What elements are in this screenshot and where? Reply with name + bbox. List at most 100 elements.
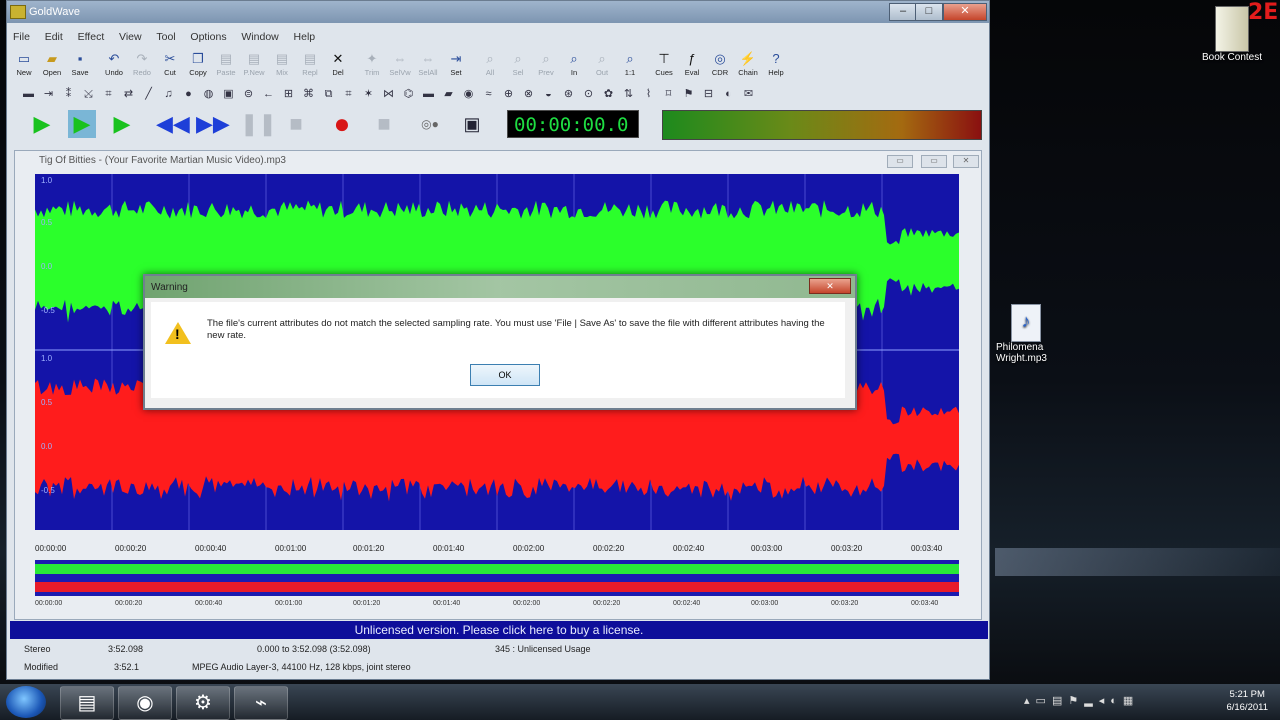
effect-icon[interactable]: ⌑	[660, 86, 677, 102]
toolbar-open-button[interactable]: ▰ Open	[38, 50, 66, 82]
toolbar-save-button[interactable]: ▪ Save	[66, 50, 94, 82]
pause-icon[interactable]: ❚❚	[240, 110, 277, 138]
tray-icon[interactable]: ▭	[1036, 695, 1052, 707]
toolbar-eval-button[interactable]: ƒ Eval	[678, 50, 706, 82]
play-from-icon[interactable]: ▶	[108, 110, 136, 138]
ok-button[interactable]: OK	[470, 364, 540, 386]
effect-icon[interactable]: ⧉	[320, 86, 337, 102]
doc-minimize-button[interactable]: ▭	[887, 155, 913, 168]
volume-icon[interactable]: ◂	[1099, 695, 1111, 707]
doc-maximize-button[interactable]: ▭	[921, 155, 947, 168]
toolbar-selall-button[interactable]: ⇔ SelAll	[414, 50, 442, 82]
toolbar-trim-button[interactable]: ✦ Trim	[358, 50, 386, 82]
toolbar-zoom-in-button[interactable]: ⌕ In	[560, 50, 588, 82]
system-clock[interactable]: 5:21 PM 6/16/2011	[1226, 688, 1268, 714]
maximize-button[interactable]: □	[915, 3, 943, 21]
explorer-taskbar-icon[interactable]: ▤	[60, 686, 114, 720]
toolbar-paste-button[interactable]: ▤ Paste	[212, 50, 240, 82]
effect-icon[interactable]: ✉	[740, 86, 757, 102]
menu-effect[interactable]: Effect	[72, 29, 111, 45]
toolbar-help-button[interactable]: ? Help	[762, 50, 790, 82]
effect-icon[interactable]: ⇥	[40, 86, 57, 102]
close-button[interactable]: ✕	[943, 3, 987, 21]
effect-icon[interactable]: ⊕	[500, 86, 517, 102]
toolbar-redo-button[interactable]: ↷ Redo	[128, 50, 156, 82]
menu-file[interactable]: File	[7, 29, 36, 45]
toolbar-selvw-button[interactable]: ⇔ SelVw	[386, 50, 414, 82]
effect-icon[interactable]: ⌇	[640, 86, 657, 102]
toolbar-zoom-1to1-button[interactable]: ⌕ 1:1	[616, 50, 644, 82]
tray-expand-icon[interactable]: ▴	[1024, 695, 1036, 707]
minimize-button[interactable]: –	[889, 3, 917, 21]
effect-icon[interactable]: ⌗	[100, 86, 117, 102]
toolbar-chain-button[interactable]: ⚡ Chain	[734, 50, 762, 82]
effect-icon[interactable]: ⊗	[520, 86, 537, 102]
effect-icon[interactable]: ⌘	[300, 86, 317, 102]
tray-icon[interactable]: ▦	[1123, 695, 1139, 707]
effect-icon[interactable]: ←	[260, 86, 277, 102]
effect-icon[interactable]: ●	[180, 86, 197, 102]
effect-icon[interactable]: ⁑	[60, 86, 77, 102]
effect-icon[interactable]: ⌗	[340, 86, 357, 102]
effect-icon[interactable]: ≈	[480, 86, 497, 102]
effect-icon[interactable]: ◒	[540, 86, 557, 102]
effect-icon[interactable]: ◍	[200, 86, 217, 102]
license-banner[interactable]: Unlicensed version. Please click here to…	[10, 621, 988, 639]
toolbar-new-button[interactable]: ▭ New	[10, 50, 38, 82]
menu-view[interactable]: View	[113, 29, 148, 45]
effect-icon[interactable]: ◉	[460, 86, 477, 102]
doc-close-button[interactable]: ✕	[953, 155, 979, 168]
effect-icon[interactable]: ⤩	[80, 86, 97, 102]
stop-icon[interactable]: ■	[282, 110, 310, 138]
effect-icon[interactable]: ╱	[140, 86, 157, 102]
dialog-titlebar[interactable]: Warning ✕	[145, 276, 855, 298]
record-icon[interactable]: ●	[328, 110, 356, 138]
tray-icon[interactable]: ◐	[1110, 695, 1123, 707]
effect-icon[interactable]: ⊛	[560, 86, 577, 102]
toolbar-mix-button[interactable]: ▤ Mix	[268, 50, 296, 82]
effect-icon[interactable]: ⊞	[280, 86, 297, 102]
toolbar-cues-button[interactable]: ⊤ Cues	[650, 50, 678, 82]
menu-edit[interactable]: Edit	[39, 29, 69, 45]
goldwave-taskbar-icon[interactable]: ⌁	[234, 686, 288, 720]
overview-waveform[interactable]	[35, 560, 959, 596]
menu-window[interactable]: Window	[235, 29, 284, 45]
effect-icon[interactable]: ⊟	[700, 86, 717, 102]
toolbar-set-button[interactable]: ⇥ Set	[442, 50, 470, 82]
effect-icon[interactable]: ▬	[20, 86, 37, 102]
control-properties-icon[interactable]: ▣	[458, 110, 486, 138]
toolbar-zoom-all-button[interactable]: ⌕ All	[476, 50, 504, 82]
window-titlebar[interactable]: GoldWave – □ ✕	[7, 1, 989, 23]
toolbar-del-button[interactable]: ✕ Del	[324, 50, 352, 82]
record-stop-icon[interactable]: ■	[370, 110, 398, 138]
steam-taskbar-icon[interactable]: ⚙	[176, 686, 230, 720]
toolbar-cut-button[interactable]: ✂ Cut	[156, 50, 184, 82]
desktop-icon-mp3[interactable]: ♪ Philomena Wright.mp3	[996, 304, 1056, 364]
effect-icon[interactable]: ⚑	[680, 86, 697, 102]
toolbar-zoom-sel-button[interactable]: ⌕ Sel	[504, 50, 532, 82]
menu-options[interactable]: Options	[184, 29, 232, 45]
play-icon[interactable]: ▶	[28, 110, 56, 138]
toolbar-undo-button[interactable]: ↶ Undo	[100, 50, 128, 82]
flag-icon[interactable]: ⚑	[1068, 695, 1084, 707]
effect-icon[interactable]: ▬	[420, 86, 437, 102]
effect-icon[interactable]: ⇄	[120, 86, 137, 102]
menu-tool[interactable]: Tool	[150, 29, 181, 45]
menu-help[interactable]: Help	[288, 29, 322, 45]
toolbar-zoom-out-button[interactable]: ⌕ Out	[588, 50, 616, 82]
effect-icon[interactable]: ⇅	[620, 86, 637, 102]
fast-forward-icon[interactable]: ▶▶	[196, 110, 230, 138]
effect-icon[interactable]: ▣	[220, 86, 237, 102]
effect-icon[interactable]: ▰	[440, 86, 457, 102]
dialog-close-button[interactable]: ✕	[809, 278, 851, 294]
effect-icon[interactable]: ✶	[360, 86, 377, 102]
effect-icon[interactable]: ◐	[720, 86, 737, 102]
effect-icon[interactable]: ⊜	[240, 86, 257, 102]
effect-icon[interactable]: ⋈	[380, 86, 397, 102]
toolbar-pnew-button[interactable]: ▤ P.New	[240, 50, 268, 82]
tray-icon[interactable]: ▤	[1052, 695, 1068, 707]
start-button[interactable]	[6, 686, 46, 718]
network-icon[interactable]: ▂	[1084, 695, 1098, 707]
desktop-icon-book-contest[interactable]: Book Contest	[1196, 6, 1268, 63]
toolbar-repl-button[interactable]: ▤ Repl	[296, 50, 324, 82]
